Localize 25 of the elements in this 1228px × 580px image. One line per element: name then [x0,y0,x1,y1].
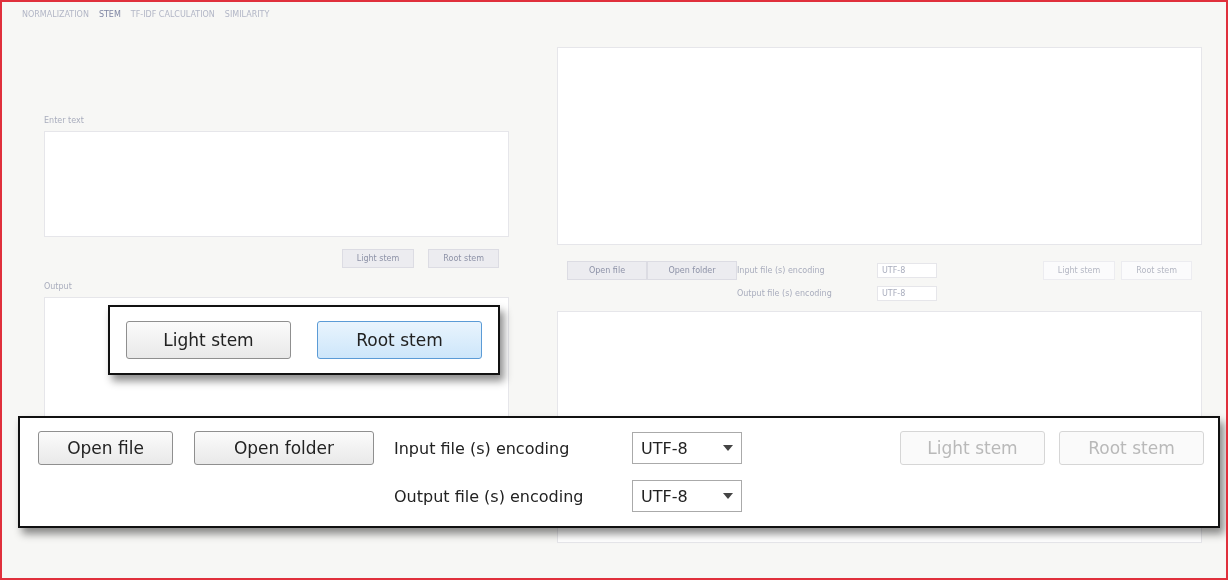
encoding-label: Input file (s) encoding [737,266,826,275]
tab[interactable]: TF-IDF CALCULATION [130,10,215,19]
encoding-label: Output file (s) encoding [737,289,833,298]
open-file-button[interactable]: Open file [38,431,173,465]
tab[interactable]: STEM [98,10,121,19]
encoding-dropdown[interactable]: UTF-8 [632,480,742,512]
open-file-button[interactable]: Open file [567,261,647,280]
encoding-dropdown[interactable]: UTF-8 [877,263,937,278]
stem-button[interactable]: Root stem [428,249,499,268]
stem-button[interactable]: Light stem [341,249,415,268]
encoding-label: Input file (s) encoding [394,438,571,458]
output-label: Output [44,282,73,291]
caret-icon [723,445,733,451]
open-folder-button[interactable]: Open folder [194,431,374,465]
encoding-dropdown[interactable]: UTF-8 [632,432,742,464]
encoding-dropdown[interactable]: UTF-8 [877,286,937,301]
tab[interactable]: SIMILARITY [224,10,270,19]
tab[interactable]: NORMALIZATION [22,10,89,19]
encoding-label: Output file (s) encoding [394,486,585,506]
stem-button[interactable]: Root stem [317,321,482,359]
stem-button[interactable]: Light stem [126,321,291,359]
caret-icon [723,493,733,499]
text-input-area[interactable] [44,131,509,237]
open-folder-button[interactable]: Open folder [647,261,737,280]
input-label: Enter text [44,116,85,125]
